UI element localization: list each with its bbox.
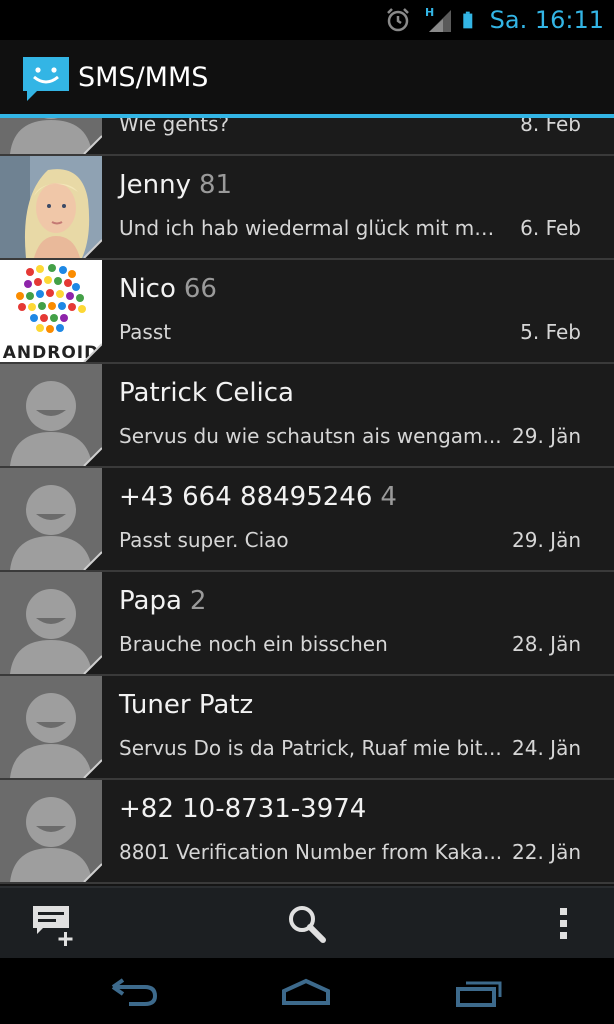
action-bar: SMS/MMS	[0, 40, 614, 114]
contact-avatar[interactable]	[0, 572, 102, 674]
alarm-clock-icon	[386, 8, 409, 32]
new-message-button[interactable]	[23, 898, 83, 950]
message-snippet: Servus Do is da Patrick, Ruaf mie bit...	[119, 736, 502, 760]
conversation-list[interactable]: Wie gehts? 8. Feb Jenny 81 Und ich hab wi…	[0, 118, 614, 886]
message-snippet: Wie gehts?	[119, 118, 230, 136]
overflow-menu-icon	[560, 908, 567, 939]
app-title: SMS/MMS	[78, 62, 209, 93]
recent-apps-icon	[456, 981, 502, 1007]
conversation-row[interactable]: ANDROID Nico 66 Passt 5. Feb	[0, 260, 614, 364]
conversation-row[interactable]: Patrick Celica Servus du wie schautsn ai…	[0, 364, 614, 468]
message-snippet: Servus du wie schautsn ais wengam...	[119, 424, 502, 448]
new-message-icon	[33, 906, 73, 946]
contact-name: Patrick Celica	[119, 378, 294, 408]
navigation-bar	[0, 958, 614, 1024]
contact-name: +43 664 88495246 4	[119, 482, 397, 512]
message-date: 28. Jän	[512, 632, 581, 656]
clock-time: Sa. 16:11	[489, 6, 604, 34]
contact-name: Tuner Patz	[119, 690, 254, 720]
contact-avatar[interactable]	[0, 780, 102, 882]
contact-avatar[interactable]	[0, 156, 102, 258]
message-count: 66	[183, 274, 217, 304]
conversation-row[interactable]: +82 10-8731-3974 8801 Verification Numbe…	[0, 780, 614, 884]
contact-avatar[interactable]: ANDROID	[0, 260, 102, 362]
contact-name: Nico 66	[119, 274, 217, 304]
search-button[interactable]	[277, 898, 337, 950]
default-contact-icon	[0, 364, 102, 466]
messaging-app-icon[interactable]	[21, 53, 71, 103]
message-snippet: Und ich hab wiedermal glück mit mei...	[119, 216, 504, 240]
message-count: 81	[199, 170, 233, 200]
message-date: 6. Feb	[520, 216, 581, 240]
contact-name: Jenny 81	[119, 170, 233, 200]
message-snippet: Passt	[119, 320, 172, 344]
contact-avatar[interactable]	[0, 118, 102, 154]
contact-avatar[interactable]	[0, 364, 102, 466]
message-date: 29. Jän	[512, 528, 581, 552]
conversation-row[interactable]: Jenny 81 Und ich hab wiedermal glück mit …	[0, 156, 614, 260]
back-icon	[111, 978, 158, 1006]
status-icons: H Sa. 16:11	[384, 4, 604, 36]
signal-icon: H	[425, 6, 451, 32]
recent-apps-button[interactable]	[440, 972, 520, 1012]
network-type-label: H	[425, 6, 434, 19]
conversation-row[interactable]: Wie gehts? 8. Feb	[0, 118, 614, 156]
contact-name: +82 10-8731-3974	[119, 794, 367, 824]
contact-avatar[interactable]	[0, 676, 102, 778]
message-snippet: Passt super. Ciao	[119, 528, 289, 552]
conversation-row[interactable]: Tuner Patz Servus Do is da Patrick, Ruaf…	[0, 676, 614, 780]
android-logo-icon: ANDROID	[0, 260, 102, 362]
message-date: 22. Jän	[512, 840, 581, 864]
message-snippet: 8801 Verification Number from Kaka...	[119, 840, 503, 864]
default-contact-icon	[0, 572, 102, 674]
conversation-row[interactable]: +43 664 88495246 4 Passt super. Ciao 29. …	[0, 468, 614, 572]
default-contact-icon	[0, 468, 102, 570]
overflow-menu-button[interactable]	[533, 898, 593, 950]
contact-avatar[interactable]	[0, 468, 102, 570]
contact-photo-icon	[0, 156, 102, 258]
bottom-action-bar	[0, 886, 614, 958]
default-contact-icon	[0, 780, 102, 882]
message-date: 24. Jän	[512, 736, 581, 760]
home-button[interactable]	[266, 972, 346, 1012]
message-snippet: Brauche noch ein bisschen	[119, 632, 388, 656]
home-icon	[282, 978, 330, 1005]
default-contact-icon	[0, 676, 102, 778]
message-count: 2	[189, 586, 207, 616]
message-date: 29. Jän	[512, 424, 581, 448]
status-bar: H Sa. 16:11	[0, 0, 614, 40]
back-button[interactable]	[94, 972, 174, 1012]
battery-icon	[462, 11, 472, 29]
contact-name: Papa 2	[119, 586, 207, 616]
search-icon	[289, 906, 326, 943]
android-logo-text: ANDROID	[3, 343, 99, 362]
conversation-row[interactable]: Papa 2 Brauche noch ein bisschen 28. Jän	[0, 572, 614, 676]
message-count: 4	[380, 482, 397, 512]
message-date: 5. Feb	[520, 320, 581, 344]
message-date: 8. Feb	[520, 118, 581, 136]
default-contact-icon	[0, 118, 102, 154]
